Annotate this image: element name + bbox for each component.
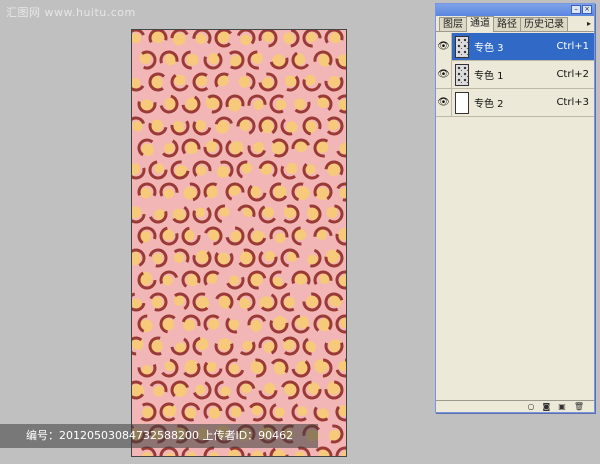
- watermark-top: 汇图网 www.huitu.com: [6, 6, 136, 19]
- tab-layers[interactable]: 图层: [439, 17, 467, 31]
- channel-row-spot-3[interactable]: 👁 专色 3 Ctrl+1: [436, 32, 594, 61]
- eye-icon[interactable]: 👁: [436, 32, 452, 61]
- channel-list: 👁 专色 3 Ctrl+1 👁 专色 1 Ctrl+2 👁 专色 2 Ctrl+…: [436, 32, 594, 117]
- delete-channel-icon[interactable]: 🗑: [574, 402, 584, 411]
- watermark-bottom: 编号：20120503084732588200 上传者ID：90462: [0, 424, 318, 448]
- channel-row-spot-1[interactable]: 👁 专色 1 Ctrl+2: [436, 60, 594, 89]
- tab-paths[interactable]: 路径: [493, 17, 521, 31]
- panel-menu-arrow-icon[interactable]: ▸: [587, 19, 591, 28]
- minimize-icon[interactable]: –: [571, 5, 581, 14]
- channel-name: 专色 1: [474, 71, 504, 82]
- save-selection-icon[interactable]: ◙: [543, 402, 551, 411]
- panel-titlebar[interactable]: – ×: [436, 4, 594, 16]
- panel-bottom-bar: ○ ◙ ▣ 🗑: [436, 400, 594, 412]
- load-selection-icon[interactable]: ○: [528, 402, 535, 411]
- channel-name: 专色 2: [474, 99, 504, 110]
- eye-icon[interactable]: 👁: [436, 88, 452, 117]
- channel-shortcut: Ctrl+1: [556, 41, 589, 52]
- channels-panel: – × 图层 通道 路径 历史记录 ▸ 👁 专色 3 Ctrl+1 👁 专色 1…: [435, 3, 595, 413]
- panel-tabs: 图层 通道 路径 历史记录 ▸: [436, 16, 594, 32]
- tab-channels[interactable]: 通道: [466, 16, 494, 32]
- channel-name: 专色 3: [474, 43, 504, 54]
- channel-thumbnail: [455, 91, 469, 114]
- eye-icon[interactable]: 👁: [436, 60, 452, 89]
- channel-shortcut: Ctrl+3: [556, 97, 589, 108]
- channel-row-spot-2[interactable]: 👁 专色 2 Ctrl+3: [436, 88, 594, 117]
- channel-shortcut: Ctrl+2: [556, 69, 589, 80]
- close-icon[interactable]: ×: [582, 5, 592, 14]
- channel-thumbnail: [455, 63, 469, 86]
- tab-history[interactable]: 历史记录: [520, 17, 568, 31]
- channel-thumbnail: [455, 35, 469, 58]
- new-channel-icon[interactable]: ▣: [558, 402, 566, 411]
- circle-pattern-image: [132, 30, 346, 456]
- document-canvas[interactable]: [131, 29, 347, 457]
